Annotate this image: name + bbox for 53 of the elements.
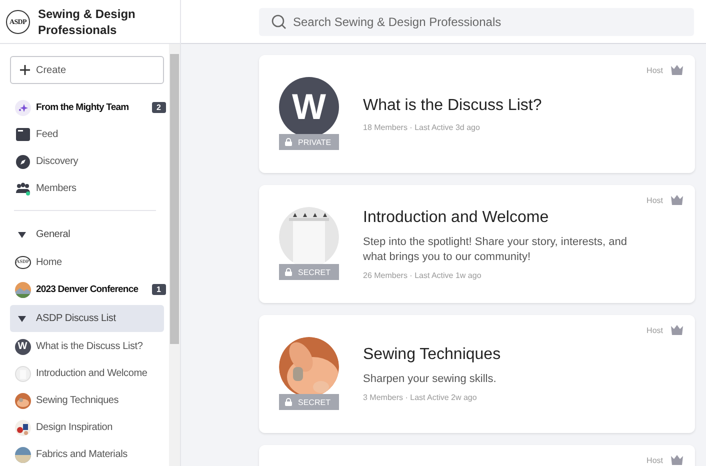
- community-name[interactable]: Sewing & Design Professionals: [38, 6, 158, 38]
- channel-title: What is the Discuss List?: [363, 96, 543, 114]
- section-header[interactable]: ASDP Discuss List: [10, 305, 164, 332]
- search-field[interactable]: Search Sewing & Design Professionals: [259, 8, 694, 36]
- channel-meta: 26 Members · Last Active 1w ago: [363, 270, 482, 280]
- host-label: Host: [646, 326, 663, 334]
- host-label: Host: [646, 196, 663, 204]
- nav-item[interactable]: Feed: [10, 121, 166, 148]
- channel-item[interactable]: Design Inspiration: [10, 414, 166, 441]
- host-label: Host: [646, 456, 663, 464]
- plus-icon: [19, 64, 31, 76]
- visibility-label: SECRET: [279, 264, 339, 280]
- lock-icon: [285, 138, 292, 146]
- create-button[interactable]: Create: [10, 56, 164, 84]
- channel-card[interactable]: Host SECRET Sewing Techniques Sharpen your sewing skills. 3 Members · Last Active 2w ago: [259, 315, 695, 433]
- channel-card[interactable]: Host W PRIVATE What is the Discuss List? 18 Members · Last Active 3d ago: [259, 55, 695, 173]
- visibility-label: SECRET: [279, 394, 339, 410]
- channel-meta: 3 Members · Last Active 2w ago: [363, 393, 478, 402]
- channel-item[interactable]: W What is the Discuss List?: [10, 333, 166, 360]
- caret-icon: [18, 316, 26, 322]
- scrollbar[interactable]: [169, 44, 180, 466]
- channel-title: Introduction and Welcome: [363, 208, 550, 226]
- crown-icon: [671, 65, 683, 75]
- channel-item[interactable]: Sewing Techniques: [10, 387, 166, 414]
- lock-icon: [285, 268, 292, 276]
- scrollbar-thumb[interactable]: [170, 54, 179, 344]
- feed-icon: [16, 128, 30, 141]
- nav-item[interactable]: Members: [10, 175, 166, 202]
- count-badge: 1: [152, 284, 166, 295]
- channel-title: Sewing Techniques: [363, 346, 502, 364]
- visibility-label: PRIVATE: [279, 134, 339, 150]
- nav-item[interactable]: From the Mighty Team 2: [10, 94, 166, 121]
- sparkle-icon: [14, 100, 30, 116]
- channel-description: Step into the spotlight! Share your story, interests, and what brings you to our community!: [363, 234, 628, 264]
- host-label: Host: [646, 66, 663, 74]
- avatar-icon: W: [279, 77, 339, 137]
- channel-item[interactable]: Fabrics and Materials: [10, 441, 166, 466]
- channel-description: Sharpen your sewing skills.: [363, 372, 498, 387]
- crown-icon: [671, 455, 683, 465]
- crown-icon: [671, 325, 683, 335]
- channel-item[interactable]: 2023 Denver Conference 1: [10, 276, 166, 303]
- channel-meta: 18 Members · Last Active 3d ago: [363, 122, 481, 132]
- channel-item[interactable]: Introduction and Welcome: [10, 360, 166, 387]
- nav-item[interactable]: Discovery: [10, 148, 166, 175]
- channel-card[interactable]: Host SECRET Introduction and Welcome Step into the spotlight! Share your story, interests, and what brings you to our community! 26 Members · Last Active 1w ago: [259, 185, 695, 303]
- crown-icon: [671, 195, 683, 205]
- caret-icon: [18, 232, 26, 238]
- section-header[interactable]: General: [10, 221, 164, 248]
- members-icon: [14, 182, 30, 196]
- lock-icon: [285, 398, 292, 406]
- compass-icon: [16, 154, 30, 168]
- count-badge: 2: [152, 102, 166, 113]
- avatar-icon: W: [14, 338, 30, 354]
